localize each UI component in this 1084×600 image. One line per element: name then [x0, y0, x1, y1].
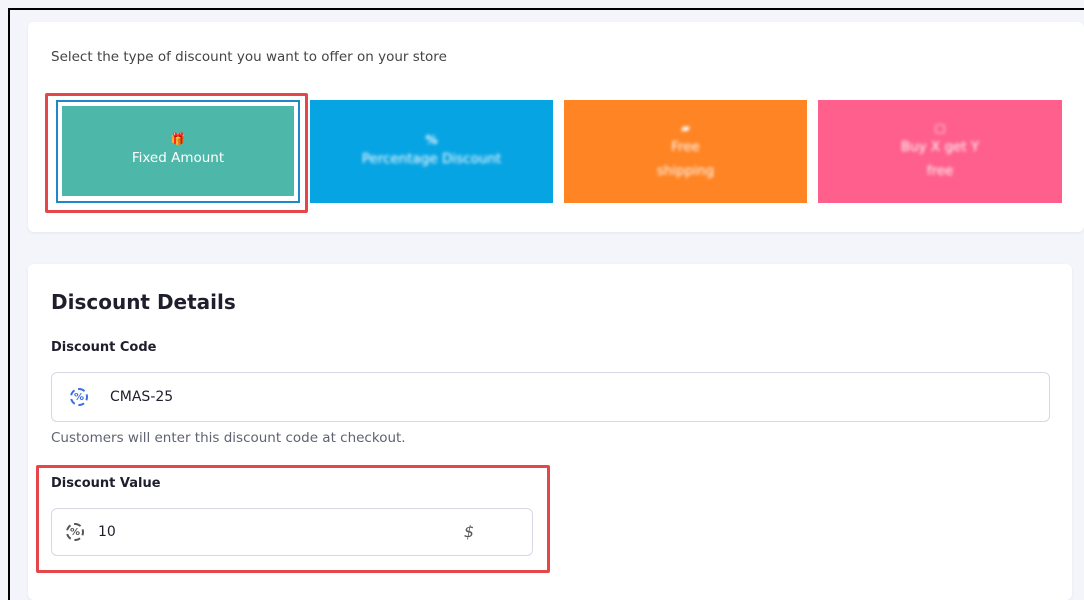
discount-type-label-line2: free	[926, 162, 954, 179]
tag-icon: ▢	[934, 120, 946, 135]
discount-code-value: CMAS-25	[110, 389, 174, 405]
annotation-highlight-discount-value	[36, 465, 550, 573]
annotation-highlight-fixed-amount	[45, 93, 308, 213]
discount-type-percentage[interactable]: % Percentage Discount	[310, 100, 553, 203]
discount-type-buy-x-get-y[interactable]: ▢ Buy X get Y free	[818, 100, 1062, 203]
blurred-content: ▰ Free shipping	[657, 121, 714, 183]
discount-type-label-line1: Buy X get Y	[900, 138, 980, 155]
discount-type-prompt: Select the type of discount you want to …	[51, 49, 447, 65]
truck-icon: ▰	[680, 120, 691, 135]
discount-code-help: Customers will enter this discount code …	[51, 430, 406, 446]
discount-type-free-shipping[interactable]: ▰ Free shipping	[564, 100, 807, 203]
section-title: Discount Details	[51, 290, 236, 314]
discount-type-label-line2: shipping	[656, 162, 715, 179]
discount-type-label: Percentage Discount	[361, 150, 502, 167]
discount-code-input[interactable]: % CMAS-25	[51, 372, 1050, 422]
percent-icon: %	[425, 132, 438, 147]
discount-badge-icon: %	[70, 388, 88, 406]
blurred-content: ▢ Buy X get Y free	[901, 121, 979, 183]
discount-type-label-line1: Free	[671, 138, 700, 155]
discount-code-label: Discount Code	[51, 340, 157, 355]
blurred-content: % Percentage Discount	[362, 133, 502, 171]
